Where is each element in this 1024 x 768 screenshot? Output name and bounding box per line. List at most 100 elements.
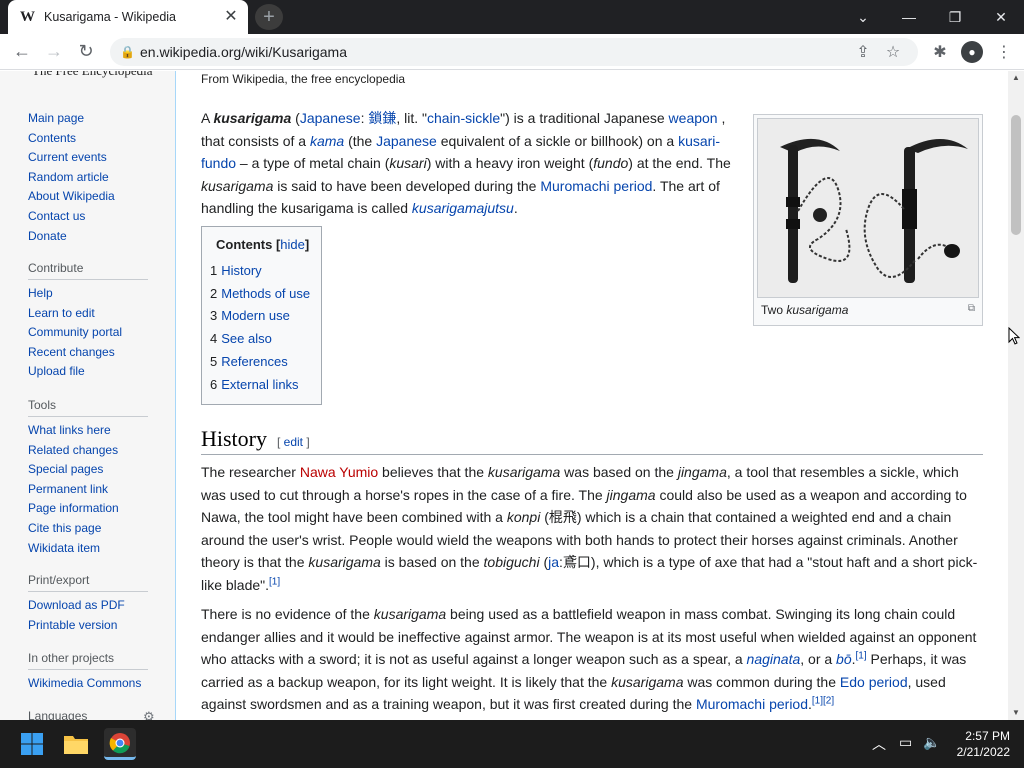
minimize-icon[interactable]: ― [886,0,932,34]
sidebar-heading-tools: Tools [28,398,148,417]
scrollbar-thumb[interactable] [1011,115,1021,235]
toc-number: 5 [210,353,218,369]
link-kama[interactable]: kama [310,133,344,149]
link-weapon[interactable]: weapon [669,110,718,126]
caption-italic: kusarigama [786,303,849,317]
edit-section-link[interactable]: edit [284,435,303,449]
toc-hide-link[interactable]: hide [280,237,305,252]
link-bo[interactable]: bō [836,651,852,667]
url-text[interactable]: en.wikipedia.org/wiki/Kusarigama [140,44,848,60]
sidebar-item-permanent-link[interactable]: Permanent link [28,480,148,500]
system-clock[interactable]: 2:57 PM 2/21/2022 [957,728,1010,760]
sidebar-item-printable-version[interactable]: Printable version [28,616,148,636]
tab-search-icon[interactable]: ⌄ [840,0,886,34]
sidebar-item-current-events[interactable]: Current events [28,148,148,168]
sidebar-item-page-information[interactable]: Page information [28,499,148,519]
sidebar-item-special-pages[interactable]: Special pages [28,460,148,480]
toc-link-see-also[interactable]: See also [221,331,272,346]
link-muromachi-period[interactable]: Muromachi period [540,178,652,194]
scroll-down-arrow-icon[interactable]: ▼ [1008,706,1024,720]
volume-icon[interactable]: 🔈 [923,734,940,751]
link-japanese-language[interactable]: Japanese [300,110,361,126]
link-kanji[interactable]: 鎖鎌 [368,110,396,126]
toc-header: Contents [hide] [216,237,310,252]
toc-item: 3 Modern use [210,305,321,328]
file-explorer-icon[interactable] [60,728,92,760]
sidebar-item-donate[interactable]: Donate [28,227,148,247]
sidebar-item-help[interactable]: Help [28,284,148,304]
sidebar-item-wikimedia-commons[interactable]: Wikimedia Commons [28,674,148,694]
page-scrollbar[interactable]: ▲ ▼ [1008,71,1024,720]
sidebar-heading-contribute: Contribute [28,261,148,280]
sidebar-item-learn-to-edit[interactable]: Learn to edit [28,304,148,324]
sidebar-item-upload-file[interactable]: Upload file [28,362,148,382]
address-bar[interactable]: 🔒 en.wikipedia.org/wiki/Kusarigama ⇪ ☆ [110,38,918,66]
close-tab-icon[interactable]: ✕ [222,8,240,26]
term-italic: konpi [506,509,541,525]
sidebar-item-about-wikipedia[interactable]: About Wikipedia [28,187,148,207]
kusarigama-photo[interactable] [757,118,979,298]
citation-link[interactable]: [1] [269,576,280,587]
toc-link-history[interactable]: History [221,263,261,278]
lock-icon[interactable]: 🔒 [120,45,140,59]
tray-chevron-up-icon[interactable]: ︿ [872,734,886,754]
sidebar-item-related-changes[interactable]: Related changes [28,441,148,461]
term-italic: kusarigama [611,673,684,690]
sidebar-item-random-article[interactable]: Random article [28,168,148,188]
browser-tab[interactable]: W Kusarigama - Wikipedia ✕ [8,0,248,34]
text: – a type of metal chain ( [236,155,390,171]
sidebar-item-contents[interactable]: Contents [28,129,148,149]
toc-link-modern-use[interactable]: Modern use [221,308,290,323]
chrome-taskbar-icon[interactable] [104,728,136,760]
enlarge-icon[interactable]: ⧉ [968,303,979,317]
link-kusarigamajutsu[interactable]: kusarigamajutsu [412,200,514,216]
close-window-icon[interactable]: ✕ [978,0,1024,34]
forward-icon[interactable]: → [38,36,70,68]
toc-link-external-links[interactable]: External links [221,377,298,392]
reload-icon[interactable]: ↻ [70,36,102,68]
scroll-up-arrow-icon[interactable]: ▲ [1008,71,1024,85]
sidebar-item-download-pdf[interactable]: Download as PDF [28,596,148,616]
sidebar-item-contact-us[interactable]: Contact us [28,207,148,227]
sidebar-item-cite-this-page[interactable]: Cite this page [28,519,148,539]
profile-avatar-icon[interactable]: ● [961,41,983,63]
link-chain-sickle[interactable]: chain-sickle [427,110,500,126]
history-paragraph-2: There is no evidence of the kusarigama b… [201,603,983,716]
extensions-puzzle-icon[interactable]: ✱ [924,42,956,62]
toc-item: 1 History [210,260,321,283]
sidebar-item-what-links-here[interactable]: What links here [28,421,148,441]
sidebar-languages: Languages [28,709,148,720]
citation-link[interactable]: [1] [856,650,867,661]
toc-link-methods-of-use[interactable]: Methods of use [221,286,310,301]
bookmark-star-icon[interactable]: ☆ [878,42,908,62]
sidebar-item-community-portal[interactable]: Community portal [28,323,148,343]
sidebar-tools: Tools What links here Related changes Sp… [28,398,148,558]
text: ( [291,110,300,126]
toc-link-references[interactable]: References [221,354,287,369]
clock-time: 2:57 PM [965,729,1010,743]
sidebar-item-wikidata-item[interactable]: Wikidata item [28,539,148,559]
sidebar-item-recent-changes[interactable]: Recent changes [28,343,148,363]
back-icon[interactable]: ← [6,36,38,68]
citation-link[interactable]: [1] [812,695,823,706]
link-naginata[interactable]: naginata [747,651,801,667]
term-italic: kusari [389,155,427,171]
link-nawa-yumio[interactable]: Nawa Yumio [300,464,378,480]
text: was based on the [560,464,678,480]
link-muromachi-period[interactable]: Muromachi period [696,696,808,712]
share-icon[interactable]: ⇪ [848,42,878,62]
new-tab-icon[interactable]: + [255,4,283,30]
sidebar-item-main-page[interactable]: Main page [28,109,148,129]
text: ) with a heavy iron weight ( [426,155,594,171]
menu-kebab-icon[interactable]: ⋮ [988,42,1020,62]
network-icon[interactable]: ▭ [899,734,912,751]
browser-tab-strip: W Kusarigama - Wikipedia ✕ + ⌄ ― ❐ ✕ [0,0,1024,34]
citation-link[interactable]: [2] [823,695,834,706]
link-edo-period[interactable]: Edo period [840,674,908,690]
restore-icon[interactable]: ❐ [932,0,978,34]
link-ja[interactable]: ja [548,554,559,570]
term-italic: kusarigama [373,606,447,622]
link-japanese[interactable]: Japanese [376,133,437,149]
language-settings-gear-icon[interactable]: ⚙ [143,709,155,720]
windows-start-icon[interactable] [16,728,48,760]
